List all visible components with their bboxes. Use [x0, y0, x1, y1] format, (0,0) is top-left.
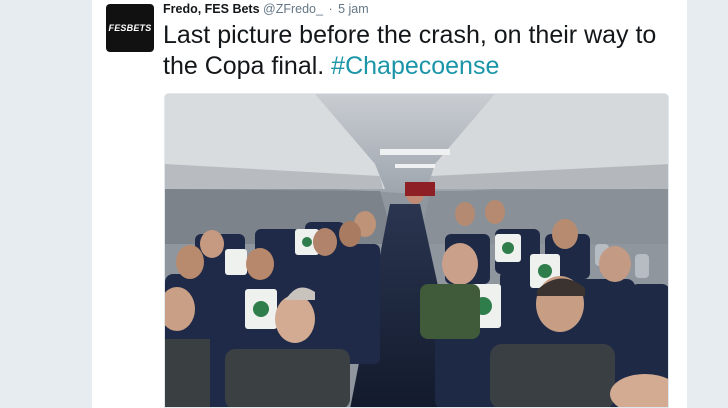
tweet-timestamp[interactable]: 5 jam	[338, 2, 369, 16]
author-avatar[interactable]: FESBETS	[106, 4, 154, 52]
avatar-logo-text: FESBETS	[108, 23, 152, 33]
tweet-header: Fredo, FES Bets @ZFredo_ · 5 jam	[163, 1, 369, 17]
author-name[interactable]: Fredo, FES Bets	[163, 2, 260, 16]
tweet-text: Last picture before the crash, on their …	[163, 20, 683, 82]
hashtag-link[interactable]: #Chapecoense	[331, 52, 499, 80]
author-handle[interactable]: @ZFredo_	[263, 2, 323, 16]
header-separator: ·	[328, 2, 333, 16]
cabin-photo-image	[165, 94, 668, 407]
tweet-photo[interactable]	[164, 93, 669, 408]
